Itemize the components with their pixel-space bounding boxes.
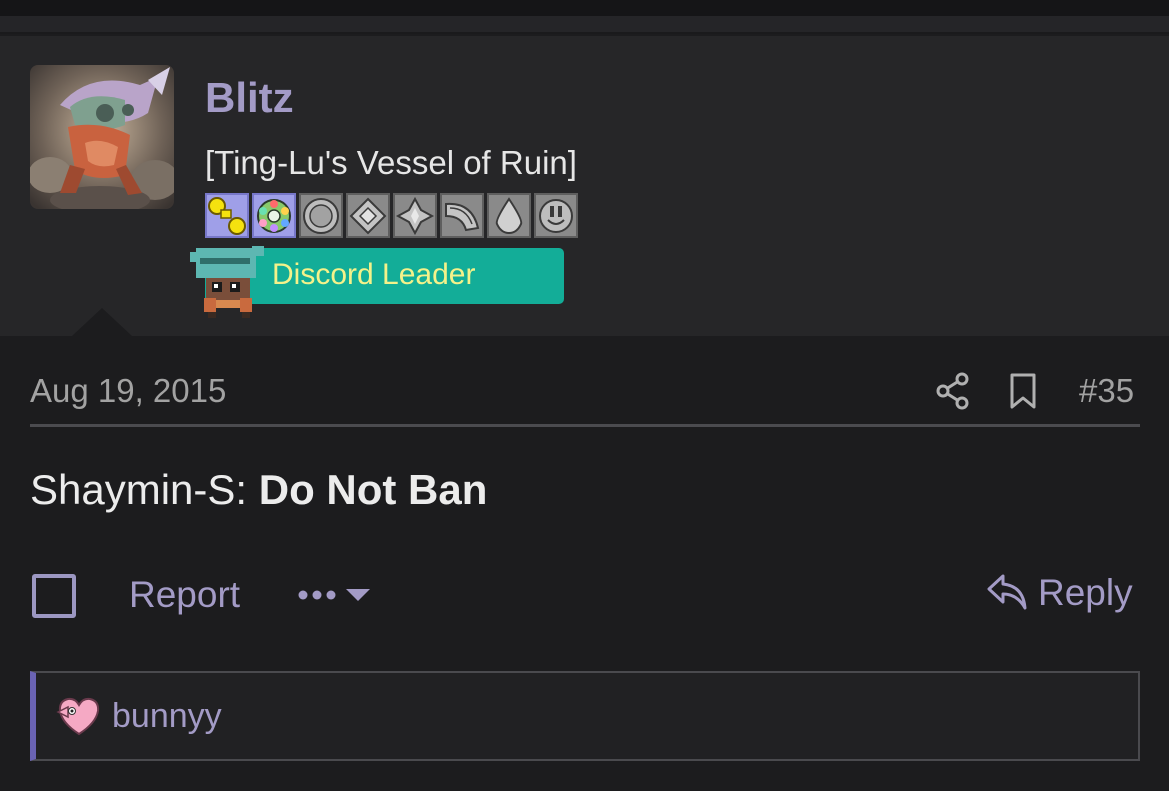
post-number-link[interactable]: #35	[1079, 372, 1134, 410]
boulder-badge-icon	[205, 193, 249, 238]
user-block	[0, 36, 1169, 336]
more-options-icon[interactable]	[298, 580, 372, 610]
heart-reaction-icon	[56, 695, 102, 737]
user-block-pointer	[72, 308, 132, 336]
reply-button[interactable]: Reply	[1038, 572, 1133, 614]
wing-badge-icon	[440, 193, 484, 238]
author-name[interactable]: Blitz	[205, 74, 294, 122]
reply-icon[interactable]	[985, 572, 1029, 612]
page-topbar	[0, 0, 1169, 16]
post-date[interactable]: Aug 19, 2015	[30, 372, 226, 410]
drop-badge-icon	[487, 193, 531, 238]
post-message: Shaymin-S: Do Not Ban	[30, 466, 487, 514]
diamond-badge-icon	[346, 193, 390, 238]
pokemon-sprite-icon	[186, 238, 270, 322]
badge-row	[205, 193, 578, 238]
spiky-badge-icon	[393, 193, 437, 238]
message-prefix: Shaymin-S:	[30, 466, 259, 513]
report-button[interactable]: Report	[129, 574, 240, 616]
reaction-users-link[interactable]: bunnyy	[112, 697, 222, 736]
post-header-divider	[30, 424, 1140, 427]
message-bold: Do Not Ban	[258, 466, 488, 513]
author-title: [Ting-Lu's Vessel of Ruin]	[205, 144, 577, 181]
avatar[interactable]	[30, 65, 174, 209]
circle-badge-icon	[299, 193, 343, 238]
share-icon[interactable]	[934, 371, 972, 411]
rainbow-badge-icon	[252, 193, 296, 238]
bookmark-icon[interactable]	[1006, 372, 1040, 410]
role-banner-label: Discord Leader	[272, 258, 476, 291]
outlet-badge-icon	[534, 193, 578, 238]
select-post-checkbox[interactable]	[32, 574, 76, 618]
page-subbar	[0, 16, 1169, 34]
